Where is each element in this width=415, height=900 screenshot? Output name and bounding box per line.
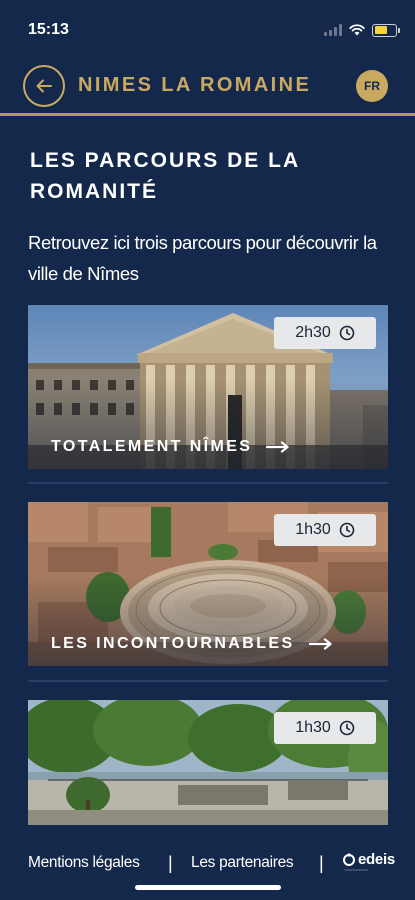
duration-text: 2h30 <box>295 324 331 341</box>
legal-notice-link[interactable]: Mentions légales <box>28 854 140 872</box>
battery-icon <box>372 23 400 37</box>
route-label: LES INCONTOURNABLES <box>51 624 333 664</box>
clock-icon <box>339 720 355 736</box>
edeis-symbol-icon <box>343 852 355 866</box>
cellular-signal-icon <box>324 24 342 36</box>
duration-badge: 1h30 <box>274 712 376 744</box>
brand-row: edeis <box>342 851 395 868</box>
duration-text: 1h30 <box>295 521 331 538</box>
status-bar: 15:13 <box>0 0 415 60</box>
status-icons <box>324 22 400 38</box>
header-title: NIMES LA ROMAINE <box>78 74 312 96</box>
card-divider <box>28 482 388 484</box>
battery-level <box>374 26 387 34</box>
clock-icon <box>339 522 355 538</box>
brand-name: edeis <box>358 851 395 868</box>
footer-separator: | <box>168 852 173 873</box>
arrow-left-icon <box>36 79 52 93</box>
route-card-les-incontournables[interactable]: 1h30 LES INCONTOURNABLES <box>28 502 388 666</box>
home-indicator <box>135 885 281 890</box>
arrow-right-icon <box>266 441 289 453</box>
status-time: 15:13 <box>28 21 69 38</box>
page-title: LES PARCOURS DE LA ROMANITÉ <box>30 149 300 203</box>
app-header: NIMES LA ROMAINE FR <box>0 62 415 112</box>
duration-badge: 1h30 <box>274 514 376 546</box>
route-card-totalement-nimes[interactable]: 2h30 TOTALEMENT NÎMES <box>28 305 388 469</box>
route-label: TOTALEMENT NÎMES <box>51 427 290 467</box>
language-button[interactable]: FR <box>356 70 388 102</box>
back-button[interactable] <box>23 65 65 107</box>
footer-separator: | <box>319 852 324 873</box>
card-divider <box>28 680 388 682</box>
header-divider <box>0 113 415 116</box>
duration-badge: 2h30 <box>274 317 376 349</box>
partners-link[interactable]: Les partenaires <box>191 854 294 872</box>
duration-text: 1h30 <box>295 719 331 736</box>
footer: Mentions légales | Les partenaires | ede… <box>0 845 415 881</box>
wifi-icon <box>349 24 365 36</box>
route-title: LES INCONTOURNABLES <box>51 635 295 652</box>
brand-tagline-mark: ~~~~~~~~~ <box>344 868 368 874</box>
arrow-right-icon <box>308 638 332 650</box>
intro-text: Retrouvez ici trois parcours pour découv… <box>28 232 377 284</box>
route-title: TOTALEMENT NÎMES <box>51 438 253 455</box>
route-card-third[interactable]: 1h30 <box>28 700 388 825</box>
clock-icon <box>339 325 355 341</box>
edeis-logo[interactable]: edeis ~~~~~~~~~ <box>342 851 395 874</box>
